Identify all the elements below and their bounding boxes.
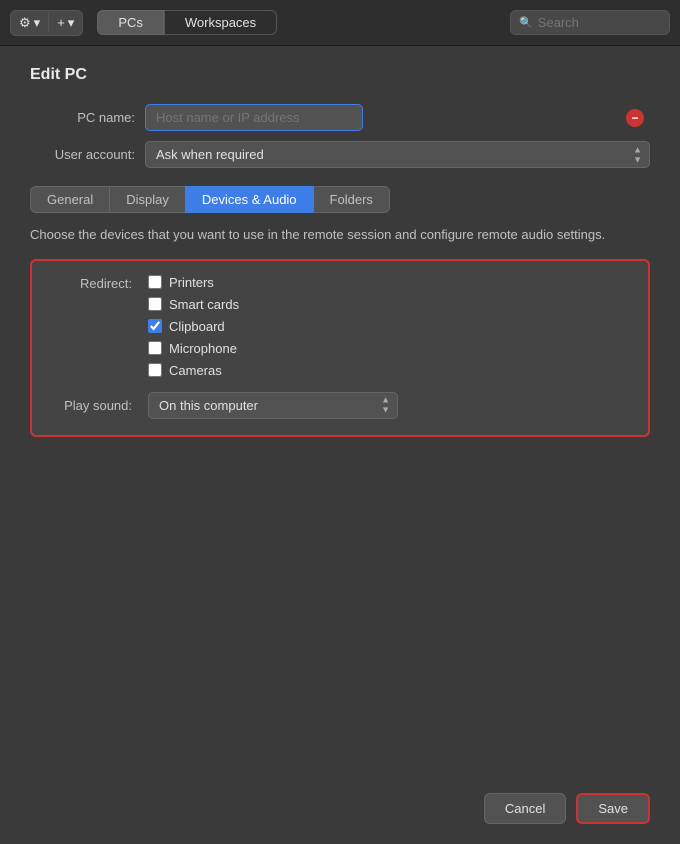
search-icon: 🔍 (519, 16, 533, 29)
redirect-box: Redirect: Printers Smart cards Clipboard… (30, 259, 650, 437)
tab-general[interactable]: General (30, 186, 109, 213)
printers-label: Printers (169, 275, 214, 290)
user-account-label: User account: (30, 147, 145, 162)
devices-audio-description: Choose the devices that you want to use … (30, 225, 650, 245)
user-account-select[interactable]: Ask when required (145, 141, 650, 168)
gear-chevron-icon: ▾ (34, 15, 41, 31)
clipboard-checkbox-row[interactable]: Clipboard (148, 319, 239, 334)
play-sound-select-wrapper: On this computer On remote computer Neve… (148, 392, 398, 419)
gear-icon: ⚙ (19, 15, 31, 31)
tab-devices-audio[interactable]: Devices & Audio (185, 186, 313, 213)
workspaces-tab[interactable]: Workspaces (164, 10, 277, 35)
plus-icon: + (57, 15, 65, 30)
microphone-checkbox-row[interactable]: Microphone (148, 341, 239, 356)
redirect-row: Redirect: Printers Smart cards Clipboard… (48, 275, 632, 378)
toolbar: ⚙ ▾ + ▾ PCs Workspaces 🔍 (0, 0, 680, 46)
main-content: Edit PC PC name: − User account: Ask whe… (0, 46, 680, 457)
page-title: Edit PC (30, 66, 650, 84)
tab-display[interactable]: Display (109, 186, 185, 213)
pc-name-row: PC name: − (30, 104, 650, 131)
printers-checkbox-row[interactable]: Printers (148, 275, 239, 290)
gear-plus-group: ⚙ ▾ + ▾ (10, 10, 83, 36)
microphone-label: Microphone (169, 341, 237, 356)
user-account-select-wrapper: Ask when required ▲ ▼ (145, 141, 650, 168)
redirect-label: Redirect: (48, 275, 138, 291)
play-sound-select[interactable]: On this computer On remote computer Neve… (148, 392, 398, 419)
checkboxes-col: Printers Smart cards Clipboard Microphon… (148, 275, 239, 378)
pcs-tab[interactable]: PCs (97, 10, 164, 35)
play-sound-row: Play sound: On this computer On remote c… (48, 392, 632, 419)
clipboard-label: Clipboard (169, 319, 225, 334)
cameras-checkbox[interactable] (148, 363, 162, 377)
play-sound-label: Play sound: (48, 398, 138, 413)
pc-name-input-wrapper: − (145, 104, 650, 131)
printers-checkbox[interactable] (148, 275, 162, 289)
save-button[interactable]: Save (576, 793, 650, 824)
pc-name-error-btn[interactable]: − (626, 109, 644, 127)
main-tab-group: PCs Workspaces (97, 10, 277, 35)
user-account-row: User account: Ask when required ▲ ▼ (30, 141, 650, 168)
clipboard-checkbox[interactable] (148, 319, 162, 333)
search-box: 🔍 (510, 10, 670, 35)
bottom-bar: Cancel Save (484, 793, 650, 824)
cameras-label: Cameras (169, 363, 222, 378)
tab-folders[interactable]: Folders (313, 186, 390, 213)
smartcards-label: Smart cards (169, 297, 239, 312)
section-tabs: General Display Devices & Audio Folders (30, 186, 650, 213)
microphone-checkbox[interactable] (148, 341, 162, 355)
smartcards-checkbox[interactable] (148, 297, 162, 311)
cancel-button[interactable]: Cancel (484, 793, 566, 824)
add-chevron-icon: ▾ (68, 15, 75, 31)
search-input[interactable] (538, 15, 658, 30)
add-button[interactable]: + ▾ (49, 11, 82, 35)
pc-name-label: PC name: (30, 110, 145, 125)
pc-name-input[interactable] (145, 104, 363, 131)
gear-button[interactable]: ⚙ ▾ (11, 11, 48, 35)
cameras-checkbox-row[interactable]: Cameras (148, 363, 239, 378)
smartcards-checkbox-row[interactable]: Smart cards (148, 297, 239, 312)
